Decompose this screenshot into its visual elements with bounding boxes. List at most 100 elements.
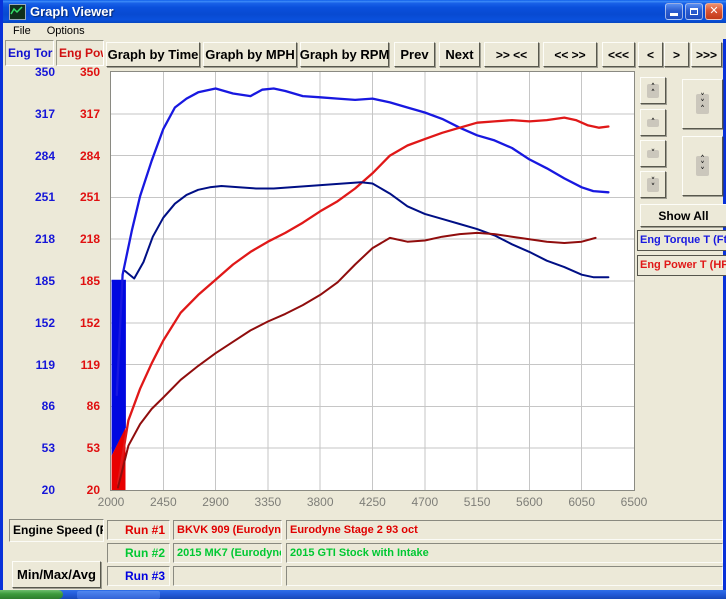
menu-item-file[interactable]: File	[13, 25, 31, 37]
y-tick-torque-218: 218	[9, 232, 55, 246]
run-2-name-field[interactable]: 2015 MK7 (Eurodyne, E	[173, 543, 282, 563]
close-icon: ✕	[709, 6, 718, 17]
y-tick-power-53: 53	[61, 441, 100, 455]
x-tick-6500: 6500	[609, 495, 659, 509]
run-label-1: Run #1	[107, 520, 170, 540]
scroll-up-double-icon: ˄˄	[647, 84, 660, 98]
maximize-icon	[690, 8, 698, 15]
y-tick-power-251: 251	[61, 190, 100, 204]
y-tick-power-86: 86	[61, 399, 100, 413]
menu-bar: File Options	[6, 23, 726, 39]
compress-vertical-icon: ˅˅˄	[696, 94, 709, 114]
series-run-1-eng-torque-t-ft-lbs	[117, 89, 609, 396]
series-run-2-eng-power-t-hp	[118, 233, 596, 488]
toolbar-button-sym-8[interactable]: <	[638, 42, 663, 67]
y-tick-torque-86: 86	[9, 399, 55, 413]
x-tick-5150: 5150	[452, 495, 502, 509]
maximize-button[interactable]	[685, 3, 703, 20]
y-tick-torque-317: 317	[9, 107, 55, 121]
eng-torque-axis-title: Eng Torqu	[5, 40, 54, 66]
chevron-glyph: ˅	[700, 169, 705, 175]
x-tick-4700: 4700	[400, 495, 450, 509]
x-tick-6050: 6050	[557, 495, 607, 509]
toolbar-button-sym-9[interactable]: >	[664, 42, 689, 67]
y-tick-power-218: 218	[61, 232, 100, 246]
scroll-down-button[interactable]: ˅	[640, 140, 666, 167]
run-3-desc-field[interactable]	[286, 566, 723, 586]
y-tick-torque-185: 185	[9, 274, 55, 288]
close-button[interactable]: ✕	[705, 3, 723, 20]
y-tick-torque-350: 350	[9, 65, 55, 79]
toolbar-button-next[interactable]: Next	[439, 42, 480, 67]
run-3-name-field[interactable]	[173, 566, 282, 586]
screen: Graph Viewer ✕ File Options Eng Torqu Eng…	[0, 0, 726, 599]
toolbar-button-sym-10[interactable]: >>>	[691, 42, 722, 67]
expand-vertical-button[interactable]: ˄˅˅	[682, 136, 723, 196]
chart-canvas	[111, 72, 634, 490]
chevron-glyph: ˄	[651, 91, 656, 97]
window-controls: ✕	[665, 3, 723, 20]
x-tick-2000: 2000	[86, 495, 136, 509]
series-run-2-eng-torque-t-ft-lbs	[125, 182, 609, 278]
x-tick-3800: 3800	[295, 495, 345, 509]
toolbar-button-graph-by-rpm[interactable]: Graph by RPM	[300, 42, 389, 67]
x-tick-3350: 3350	[243, 495, 293, 509]
scroll-down-icon: ˅	[647, 150, 660, 158]
start-button-fragment[interactable]	[0, 590, 63, 599]
y-tick-power-185: 185	[61, 274, 100, 288]
legend-entry-eng-torque-t-ft-l[interactable]: Eng Torque T (Ft-L	[637, 230, 726, 251]
menu-item-options[interactable]: Options	[47, 25, 85, 37]
y-tick-torque-20: 20	[9, 483, 55, 497]
y-tick-torque-119: 119	[9, 358, 55, 372]
chevron-glyph: ˄	[700, 107, 705, 113]
y-tick-power-119: 119	[61, 358, 100, 372]
title-bar[interactable]: Graph Viewer ✕	[3, 0, 726, 23]
toolbar-button-graph-by-mph[interactable]: Graph by MPH	[203, 42, 297, 67]
series-run-1-eng-power-t-hp	[118, 118, 608, 484]
min-max-avg-button[interactable]: Min/Max/Avg	[12, 561, 101, 588]
y-tick-power-284: 284	[61, 149, 100, 163]
x-tick-4250: 4250	[348, 495, 398, 509]
run-2-desc-field[interactable]: 2015 GTI Stock with Intake	[286, 543, 723, 563]
scroll-up-double-button[interactable]: ˄˄	[640, 77, 666, 104]
graph-viewer-window: Graph Viewer ✕ File Options Eng Torqu Eng…	[0, 0, 726, 590]
run-label-3: Run #3	[107, 566, 170, 586]
run-1-desc-field[interactable]: Eurodyne Stage 2 93 oct	[286, 520, 723, 540]
y-tick-power-350: 350	[61, 65, 100, 79]
minimize-icon	[670, 13, 678, 16]
app-icon	[9, 4, 26, 20]
y-tick-power-317: 317	[61, 107, 100, 121]
toolbar-button-sym-6[interactable]: << >>	[543, 42, 597, 67]
y-tick-power-152: 152	[61, 316, 100, 330]
y-tick-torque-152: 152	[9, 316, 55, 330]
scroll-down-double-button[interactable]: ˅˅	[640, 171, 666, 198]
run-label-2: Run #2	[107, 543, 170, 563]
chevron-glyph: ˄	[651, 120, 656, 126]
toolbar-button-sym-5[interactable]: >> <<	[484, 42, 539, 67]
plot-area	[110, 71, 635, 491]
y-tick-torque-53: 53	[9, 441, 55, 455]
window-title: Graph Viewer	[30, 4, 114, 19]
run-1-name-field[interactable]: BKVK 909 (Eurodyne, B	[173, 520, 282, 540]
toolbar-button-sym-7[interactable]: <<<	[602, 42, 635, 67]
x-tick-2450: 2450	[138, 495, 188, 509]
minimize-button[interactable]	[665, 3, 683, 20]
y-tick-torque-251: 251	[9, 190, 55, 204]
chevron-glyph: ˅	[651, 185, 656, 191]
chevron-glyph: ˅	[651, 151, 656, 157]
legend-entry-eng-power-t-hp[interactable]: Eng Power T (HP)	[637, 255, 726, 276]
compress-vertical-button[interactable]: ˅˅˄	[682, 79, 723, 129]
eng-power-axis-title: Eng Powe	[56, 40, 104, 66]
toolbar-button-graph-by-time[interactable]: Graph by Time	[106, 42, 200, 67]
y-tick-torque-284: 284	[9, 149, 55, 163]
scroll-up-icon: ˄	[647, 119, 660, 127]
scroll-up-button[interactable]: ˄	[640, 109, 666, 136]
engine-speed-label-box: Engine Speed (RP	[9, 519, 104, 542]
toolbar-button-prev[interactable]: Prev	[394, 42, 435, 67]
taskbar-window-button[interactable]	[77, 591, 160, 599]
x-tick-2900: 2900	[191, 495, 241, 509]
taskbar[interactable]	[0, 590, 726, 599]
show-all-button[interactable]: Show All	[640, 204, 726, 227]
expand-vertical-icon: ˄˅˅	[696, 156, 709, 176]
x-tick-5600: 5600	[504, 495, 554, 509]
